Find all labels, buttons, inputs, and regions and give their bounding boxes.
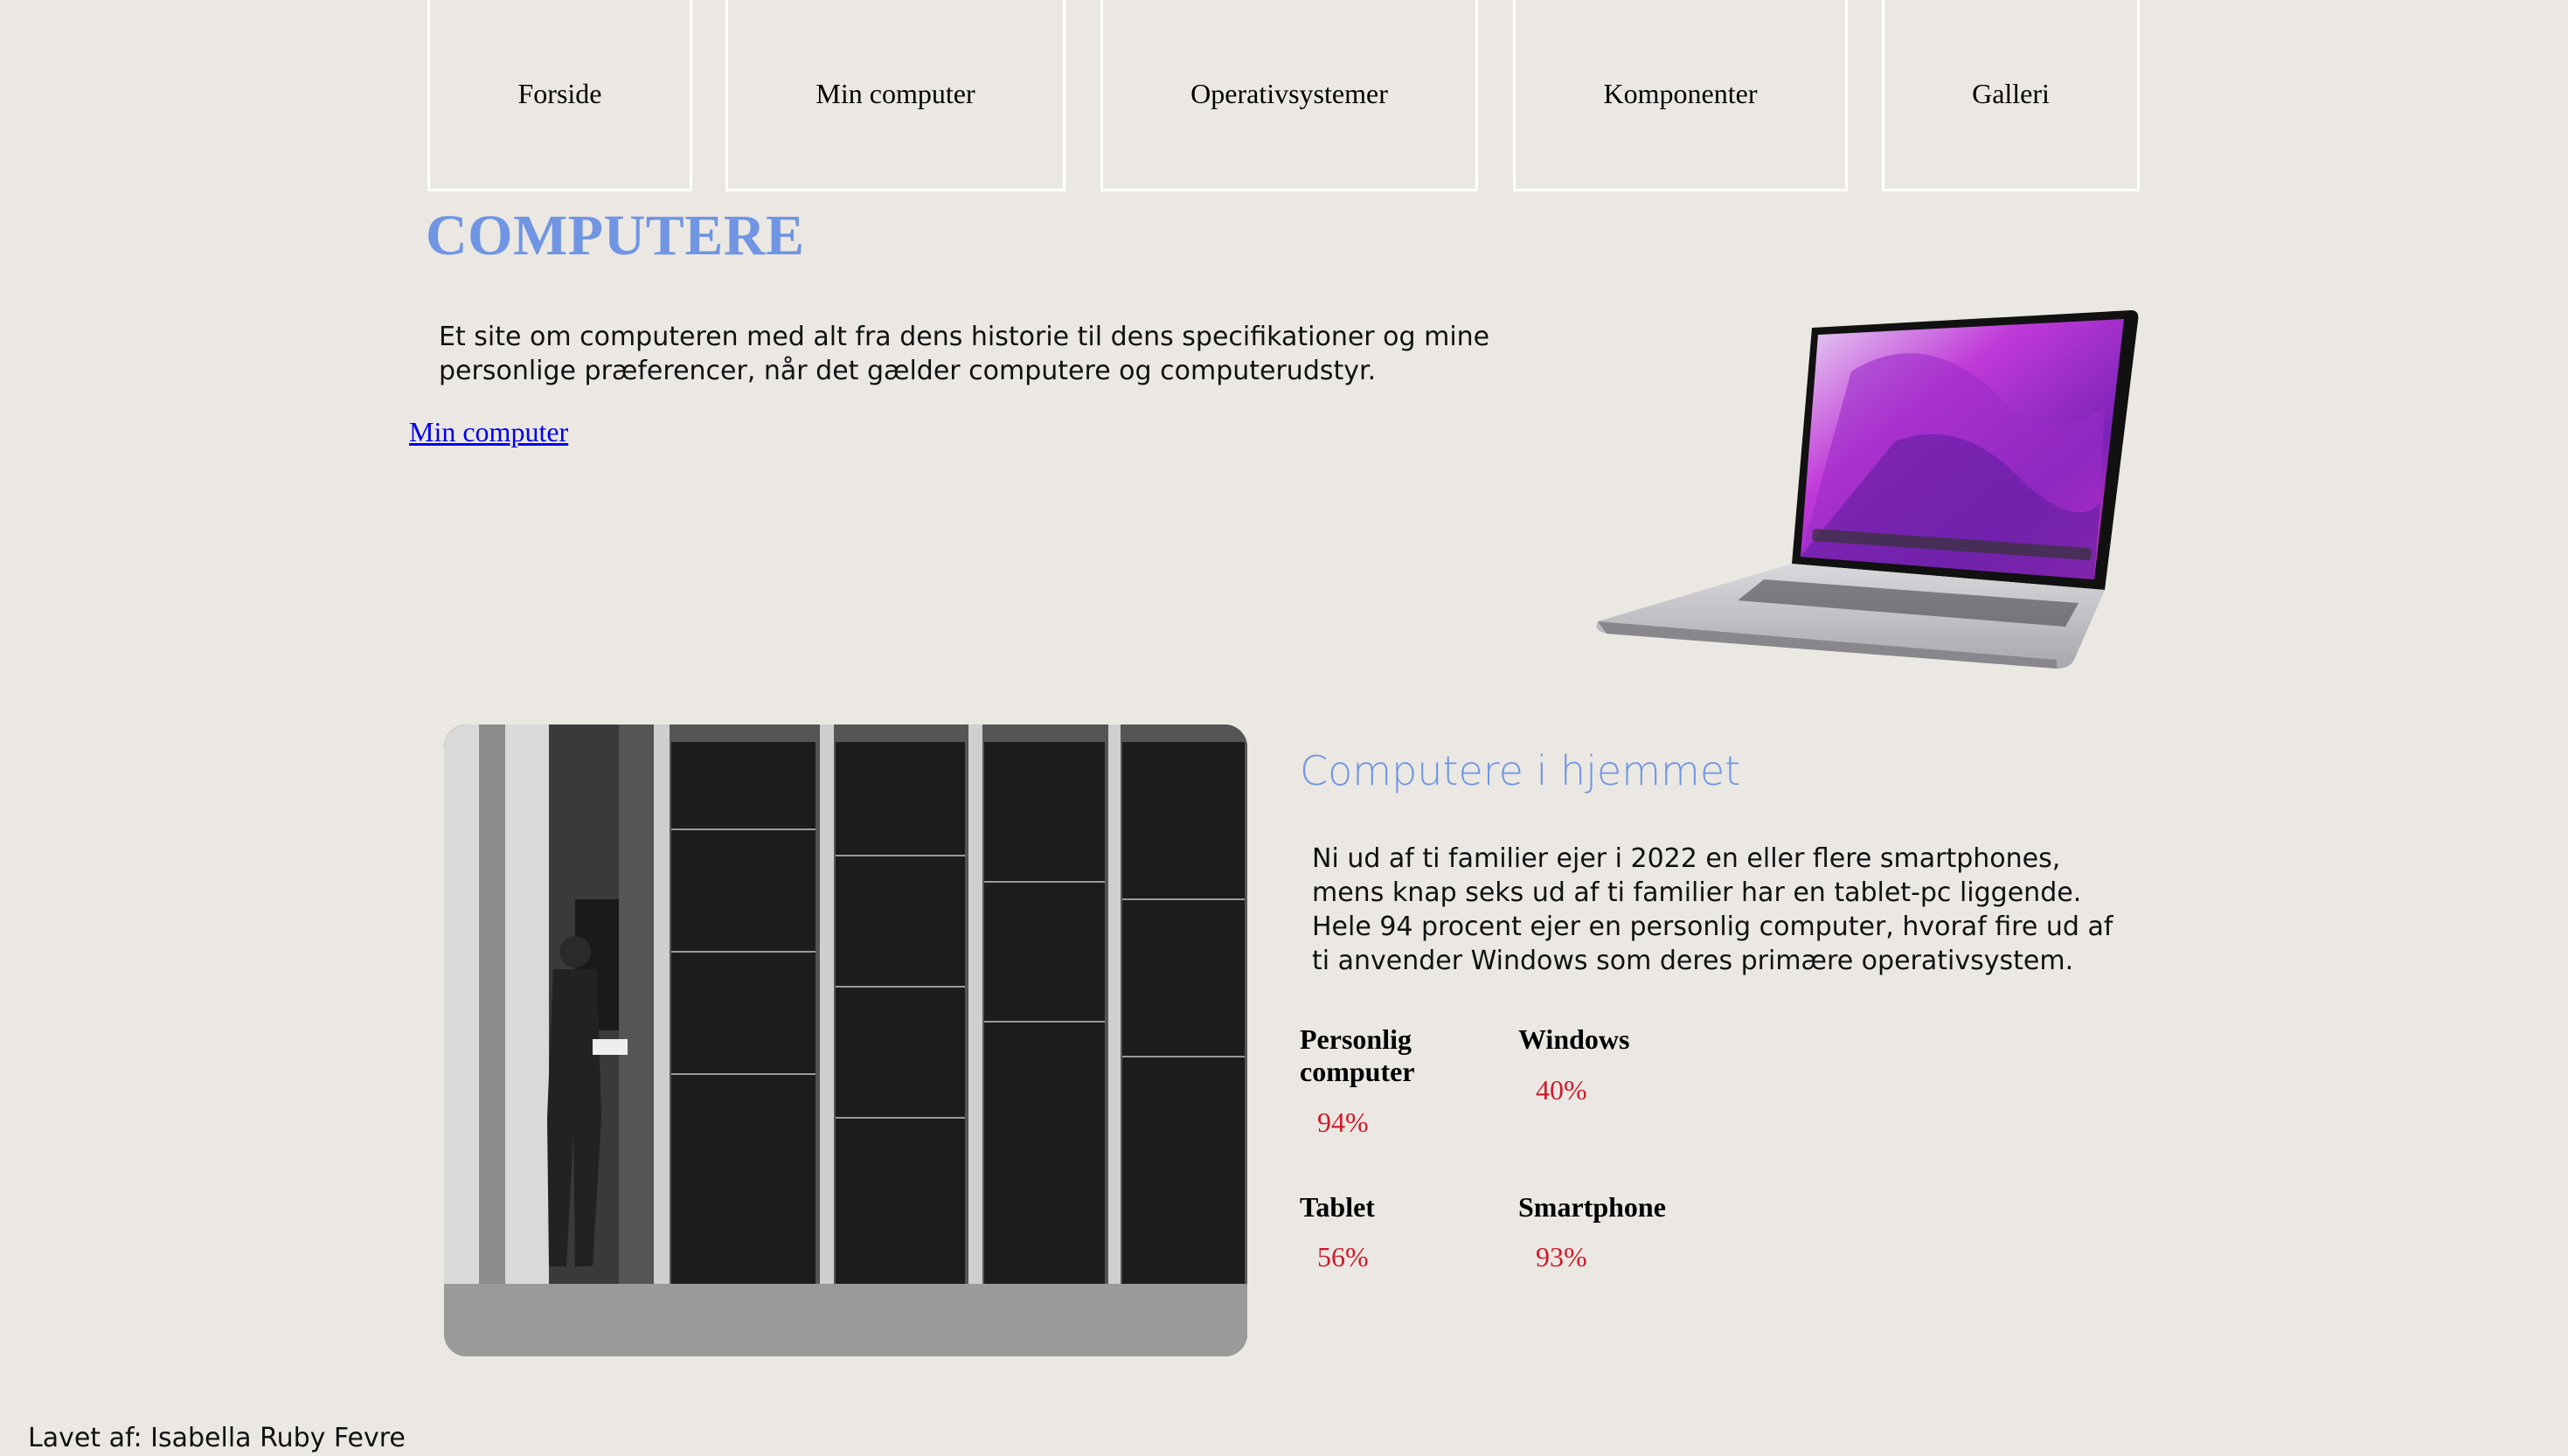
nav-item-label: Min computer	[816, 78, 975, 109]
stat-label-smartphone: Smartphone	[1518, 1191, 1666, 1223]
nav-item-label: Galleri	[1972, 78, 2050, 109]
nav-item-forside[interactable]: Forside	[427, 0, 692, 191]
stat-label-tablet: Tablet	[1300, 1191, 1375, 1223]
nav-item-operativsystemer[interactable]: Operativsystemer	[1100, 0, 1478, 191]
stat-value-personlig-computer: 94%	[1317, 1106, 1369, 1138]
min-computer-link[interactable]: Min computer	[409, 416, 568, 448]
nav-item-label: Forside	[517, 78, 602, 109]
laptop-image	[1596, 310, 2139, 669]
nav-item-label: Komponenter	[1603, 78, 1758, 109]
footer-credit: Lavet af: Isabella Ruby Fevre	[28, 1423, 406, 1453]
page-title: COMPUTERE	[426, 204, 805, 267]
nav-item-komponenter[interactable]: Komponenter	[1513, 0, 1848, 191]
nav-item-min-computer[interactable]: Min computer	[725, 0, 1065, 191]
stat-label-windows: Windows	[1518, 1023, 1630, 1055]
stat-label-personlig-computer: Personlig computer	[1300, 1023, 1415, 1087]
stat-value-windows: 40%	[1536, 1074, 1587, 1106]
nav-item-label: Operativsystemer	[1190, 78, 1388, 109]
section-text: Ni ud af ti familier ejer i 2022 en elle…	[1312, 843, 2113, 976]
nav-item-galleri[interactable]: Galleri	[1882, 0, 2140, 191]
section-title: Computere i hjemmet	[1300, 747, 1741, 794]
stat-value-tablet: 56%	[1317, 1241, 1369, 1272]
mainframe-photo	[444, 725, 1247, 1356]
intro-text: Et site om computeren med alt fra dens h…	[439, 322, 1490, 386]
stat-value-smartphone: 93%	[1536, 1241, 1587, 1272]
